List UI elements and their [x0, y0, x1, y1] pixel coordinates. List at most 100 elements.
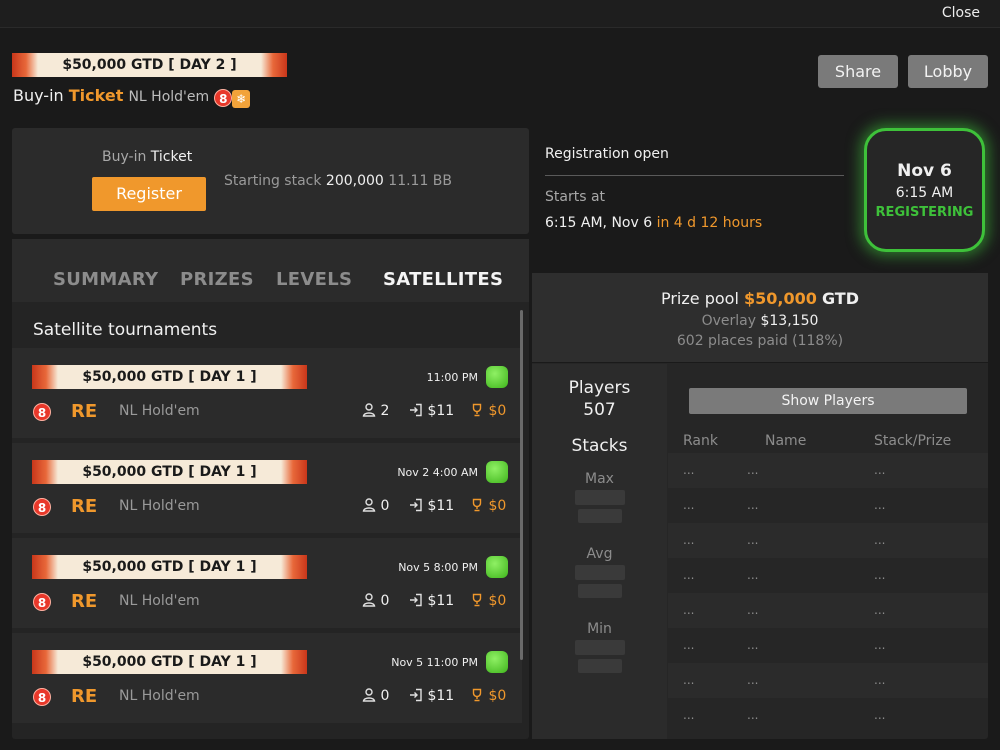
prize-amount: $0	[470, 688, 506, 704]
starting-stack-bb: 11.11 BB	[388, 173, 453, 189]
starts-at-time: 6:15 AM, Nov 6 in 4 d 12 hours	[545, 215, 762, 231]
status-dot-icon	[486, 556, 508, 578]
satellite-time: Nov 5 11:00 PM	[391, 656, 478, 669]
cell-name: ...	[747, 568, 759, 582]
players-count-total: 507	[583, 400, 616, 420]
avg-value-placeholder	[578, 584, 622, 598]
prize-amount: $0	[470, 498, 506, 514]
close-button[interactable]: Close	[942, 5, 980, 21]
table-row	[668, 488, 988, 523]
satellite-item[interactable]	[12, 443, 522, 533]
cell-name: ...	[747, 498, 759, 512]
date-badge-day: Nov 6	[897, 161, 952, 181]
status-dot-icon	[486, 461, 508, 483]
players-value: 0	[380, 593, 390, 609]
satellite-item[interactable]	[12, 633, 522, 723]
table-row	[668, 593, 988, 628]
tab-levels[interactable]: LEVELS	[276, 269, 352, 290]
cell-rank: ...	[683, 673, 695, 687]
column-header-rank: Rank	[683, 433, 718, 449]
satellite-time: 11:00 PM	[426, 371, 478, 384]
tab-summary[interactable]: SUMMARY	[53, 269, 158, 290]
registration-status: Registration open	[545, 146, 669, 162]
buyin-ticket: Ticket	[68, 86, 124, 105]
cell-stack: ...	[874, 463, 886, 477]
buyin-amount: $11	[409, 498, 454, 514]
starts-at-label: Starts at	[545, 189, 606, 205]
avg-label: Avg	[586, 546, 613, 562]
overlay: Overlay $13,150	[532, 313, 988, 329]
overlay-value: $13,150	[760, 313, 819, 329]
starts-time-value: 6:15 AM, Nov 6	[545, 215, 653, 231]
enter-icon	[410, 688, 422, 702]
buyin-label-prefix: Buy-in	[102, 149, 147, 165]
column-header-name: Name	[765, 433, 807, 449]
players-count: 0	[362, 688, 389, 704]
tab-satellites[interactable]: SATELLITES	[383, 269, 503, 290]
tab-prizes[interactable]: PRIZES	[180, 269, 254, 290]
eight-max-badge-icon: 8	[33, 593, 51, 611]
cell-stack: ...	[874, 533, 886, 547]
cell-stack: ...	[874, 498, 886, 512]
prize-pool: Prize pool $50,000 GTD	[532, 289, 988, 308]
prize-value: $0	[488, 688, 507, 704]
players-label: Players	[568, 378, 631, 398]
trophy-icon	[472, 403, 482, 417]
satellite-item[interactable]	[12, 348, 522, 438]
cell-rank: ...	[683, 568, 695, 582]
status-dot-icon	[486, 651, 508, 673]
cell-name: ...	[747, 673, 759, 687]
prize-pool-label: Prize pool	[660, 289, 739, 308]
rebuy-label: RE	[71, 686, 98, 707]
eight-max-badge-icon: 8	[33, 403, 51, 421]
cell-stack: ...	[874, 708, 886, 722]
enter-icon	[410, 403, 422, 417]
table-row	[668, 663, 988, 698]
cell-stack: ...	[874, 638, 886, 652]
player-icon	[362, 593, 376, 607]
buyin-amount: $11	[409, 593, 454, 609]
avg-value-placeholder	[575, 565, 625, 580]
table-row	[668, 453, 988, 488]
satellite-time: Nov 5 8:00 PM	[398, 561, 478, 574]
player-icon	[362, 688, 376, 702]
prize-value: $0	[488, 593, 507, 609]
date-badge-time: 6:15 AM	[895, 185, 954, 201]
share-button[interactable]: Share	[818, 55, 898, 88]
prize-amount: $0	[470, 403, 506, 419]
players-value: 0	[380, 498, 390, 514]
eight-max-badge-icon: 8	[33, 498, 51, 516]
status-dot-icon	[486, 366, 508, 388]
satellite-banner: $50,000 GTD [ DAY 1 ]	[32, 555, 307, 579]
buyin-amount: $11	[409, 688, 454, 704]
buyin-value: $11	[427, 688, 455, 704]
cell-name: ...	[747, 533, 759, 547]
cell-name: ...	[747, 638, 759, 652]
tournament-subtitle: Buy-in Ticket NL Hold'em 8 ❄	[13, 86, 251, 108]
satellite-item[interactable]	[12, 538, 522, 628]
satellite-banner: $50,000 GTD [ DAY 1 ]	[32, 650, 307, 674]
trophy-icon	[472, 593, 482, 607]
player-icon	[362, 498, 376, 512]
table-row	[668, 628, 988, 663]
satellites-scrollbar[interactable]	[520, 310, 523, 660]
show-players-button[interactable]: Show Players	[689, 388, 967, 414]
enter-icon	[410, 498, 422, 512]
cell-rank: ...	[683, 603, 695, 617]
player-icon	[362, 403, 376, 417]
eight-max-badge-icon: 8	[214, 89, 233, 107]
satellite-game: NL Hold'em	[119, 403, 200, 419]
players-count: 2	[362, 403, 389, 419]
lobby-button[interactable]: Lobby	[908, 55, 988, 88]
max-value-placeholder	[578, 509, 622, 523]
buyin-value: $11	[427, 498, 455, 514]
date-badge-state: REGISTERING	[875, 205, 974, 220]
players-count: 0	[362, 593, 389, 609]
eight-max-badge-icon: 8	[33, 688, 51, 706]
buyin-label: Buy-in Ticket	[102, 149, 192, 165]
satellites-title: Satellite tournaments	[33, 320, 218, 340]
satellite-banner: $50,000 GTD [ DAY 1 ]	[32, 365, 307, 389]
register-button[interactable]: Register	[92, 177, 206, 211]
game-type: NL Hold'em	[128, 89, 210, 105]
stacks-label: Stacks	[571, 436, 628, 456]
